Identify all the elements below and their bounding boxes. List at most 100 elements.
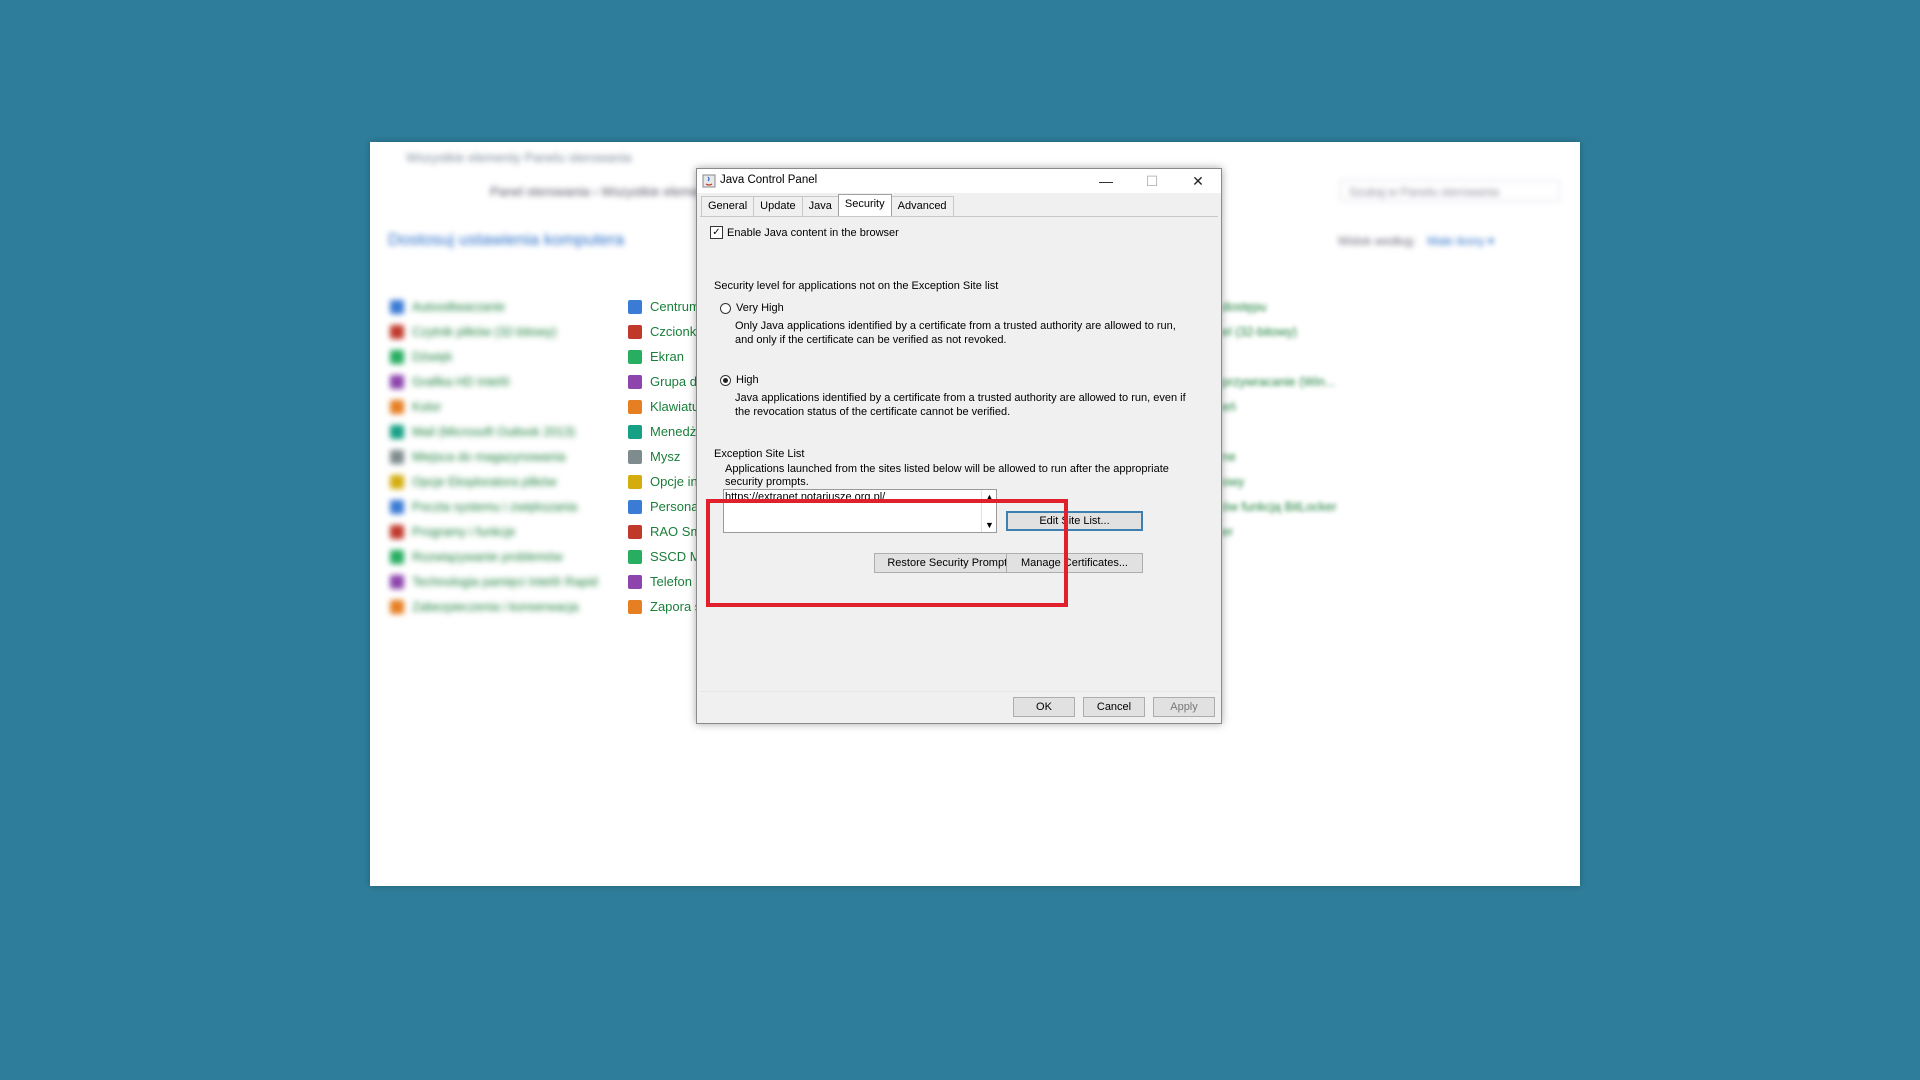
view-by[interactable]: Widok według: Małe ikony ▾ — [1338, 234, 1494, 248]
control-panel-item-label: Opcje Eksploratora plików — [412, 474, 557, 489]
control-panel-item-label: Poczta systemu i zwiększania — [412, 499, 578, 514]
control-panel-item-label: el (32-bitowy) — [1222, 324, 1298, 339]
control-panel-column-1: Autoodtwarzanie Czytnik plików (32-bitowy… — [390, 294, 598, 619]
control-panel-item[interactable]: Rozwiązywanie problemów — [390, 544, 598, 569]
close-button[interactable]: ✕ — [1175, 169, 1221, 193]
control-panel-item-label: Ekran — [650, 349, 684, 364]
chevron-up-icon[interactable]: ▲ — [985, 492, 994, 502]
control-panel-item-icon — [390, 324, 404, 339]
control-panel-item[interactable]: przywracanie (Win... — [1222, 369, 1337, 394]
control-panel-item-icon — [628, 574, 642, 589]
control-panel-item-icon — [628, 524, 642, 539]
control-panel-item-label: przywracanie (Win... — [1222, 374, 1336, 389]
dialog-title: Java Control Panel — [720, 174, 818, 186]
control-panel-item-label: Autoodtwarzanie — [412, 299, 506, 314]
control-panel-item-label: er — [1222, 524, 1234, 539]
dialog-titlebar[interactable]: Java Control Panel — ☐ ✕ — [697, 169, 1221, 193]
control-panel-item[interactable]: Zabezpieczenia i konserwacja — [390, 594, 598, 619]
control-panel-item-icon — [390, 524, 404, 539]
minimize-button[interactable]: — — [1083, 169, 1129, 193]
tab-security[interactable]: Security — [837, 194, 892, 218]
control-panel-item-icon — [390, 349, 404, 364]
control-panel-item[interactable]: Kolor — [390, 394, 598, 419]
control-panel-item-icon — [628, 599, 642, 614]
control-panel-item-icon — [390, 549, 404, 564]
control-panel-item[interactable]: Technologia pamięci Intel® Rapid — [390, 569, 598, 594]
security-level-label: Security level for applications not on t… — [714, 280, 999, 292]
very-high-label: Very High — [736, 302, 784, 314]
manage-certificates-button[interactable]: Manage Certificates... — [1006, 553, 1143, 573]
control-panel-item-label: Czcionki — [650, 324, 700, 339]
control-panel-item[interactable]: ne — [1222, 444, 1337, 469]
search-input[interactable]: Szukaj w Panelu sterowania — [1340, 180, 1560, 202]
tab-java[interactable]: Java — [801, 196, 839, 217]
control-panel-item-icon — [628, 324, 642, 339]
high-option[interactable]: High — [720, 374, 759, 386]
control-panel-item-label: Dźwięk — [412, 349, 453, 364]
tab-update[interactable]: Update — [753, 196, 803, 217]
enable-java-checkbox[interactable]: ✓ — [710, 226, 723, 239]
listbox-scrollbar[interactable]: ▲ ▼ — [981, 490, 996, 532]
control-panel-item-label: eń — [1222, 399, 1236, 414]
ok-button[interactable]: OK — [1013, 697, 1075, 717]
cancel-button[interactable]: Cancel — [1083, 697, 1145, 717]
high-radio[interactable] — [720, 374, 731, 386]
control-panel-item[interactable]: Programy i funkcje — [390, 519, 598, 544]
control-panel-item[interactable]: Poczta systemu i zwiększania — [390, 494, 598, 519]
control-panel-item[interactable]: Mail (Microsoft Outlook 2013) — [390, 419, 598, 444]
control-panel-item[interactable]: Autoodtwarzanie — [390, 294, 598, 319]
control-panel-item[interactable] — [1222, 344, 1337, 369]
restore-security-prompts-button[interactable]: Restore Security Prompts — [874, 553, 1026, 573]
control-panel-item-label: ne — [1222, 449, 1236, 464]
control-panel-item-icon — [628, 449, 642, 464]
control-panel-item-label: Mail (Microsoft Outlook 2013) — [412, 424, 576, 439]
control-panel-item-icon — [628, 399, 642, 414]
chevron-down-icon[interactable]: ▼ — [985, 520, 994, 530]
control-panel-item-icon — [390, 374, 404, 389]
control-panel-item-label: Telefon i — [650, 574, 699, 589]
control-panel-item[interactable]: Opcje Eksploratora plików — [390, 469, 598, 494]
very-high-radio[interactable] — [720, 302, 731, 314]
control-panel-item-icon — [390, 574, 404, 589]
tab-advanced[interactable]: Advanced — [890, 196, 954, 217]
java-control-panel-dialog: Java Control Panel — ☐ ✕ General Update … — [696, 168, 1222, 724]
control-panel-item-label: Centrum — [650, 299, 700, 314]
control-panel-item[interactable]: Grafika HD Intel® — [390, 369, 598, 394]
page-title: Dostosuj ustawienia komputera — [388, 230, 625, 249]
exception-site-list-description: Applications launched from the sites lis… — [725, 463, 1169, 488]
list-item[interactable]: https://extranet.notariusze.org.pl/ — [725, 491, 885, 503]
control-panel-item-icon — [390, 299, 404, 314]
control-panel-item[interactable]: el (32-bitowy) — [1222, 319, 1337, 344]
control-panel-item-icon — [390, 424, 404, 439]
very-high-description: Only Java applications identified by a c… — [735, 320, 1176, 346]
control-panel-item[interactable]: Dźwięk — [390, 344, 598, 369]
control-panel-item-icon — [628, 349, 642, 364]
control-panel-item[interactable]: ów funkcją BitLocker — [1222, 494, 1337, 519]
enable-java-label: Enable Java content in the browser — [727, 226, 899, 239]
control-panel-item-icon — [390, 399, 404, 414]
control-panel-item[interactable]: Czytnik plików (32-bitowy) — [390, 319, 598, 344]
control-panel-item-icon — [628, 299, 642, 314]
control-panel-item-label: Mysz — [650, 449, 681, 464]
maximize-button[interactable]: ☐ — [1129, 169, 1175, 193]
enable-java-row[interactable]: ✓ Enable Java content in the browser — [710, 226, 899, 239]
edit-site-list-button[interactable]: Edit Site List... — [1006, 511, 1143, 531]
control-panel-item[interactable]: Miejsca do magazynowania — [390, 444, 598, 469]
control-panel-item-label: Kolor — [412, 399, 442, 414]
control-panel-item[interactable] — [1222, 419, 1337, 444]
apply-button[interactable]: Apply — [1153, 697, 1215, 717]
control-panel-item[interactable]: er — [1222, 519, 1337, 544]
control-panel-item-label: Programy i funkcje — [412, 524, 516, 539]
control-panel-item-label: owy — [1222, 474, 1245, 489]
control-panel-item[interactable]: eń — [1222, 394, 1337, 419]
control-panel-item-icon — [628, 549, 642, 564]
exception-site-listbox[interactable]: https://extranet.notariusze.org.pl/ ▲ ▼ — [723, 489, 997, 533]
control-panel-item-label: Czytnik plików (32-bitowy) — [412, 324, 557, 339]
control-panel-item-label: ów funkcją BitLocker — [1222, 499, 1337, 514]
very-high-option[interactable]: Very High — [720, 302, 784, 314]
control-panel-item[interactable]: owy — [1222, 469, 1337, 494]
tab-general[interactable]: General — [701, 196, 755, 217]
control-panel-item-icon — [628, 499, 642, 514]
view-by-dropdown[interactable]: Małe ikony ▾ — [1427, 234, 1494, 248]
control-panel-item[interactable]: dostępu — [1222, 294, 1337, 319]
